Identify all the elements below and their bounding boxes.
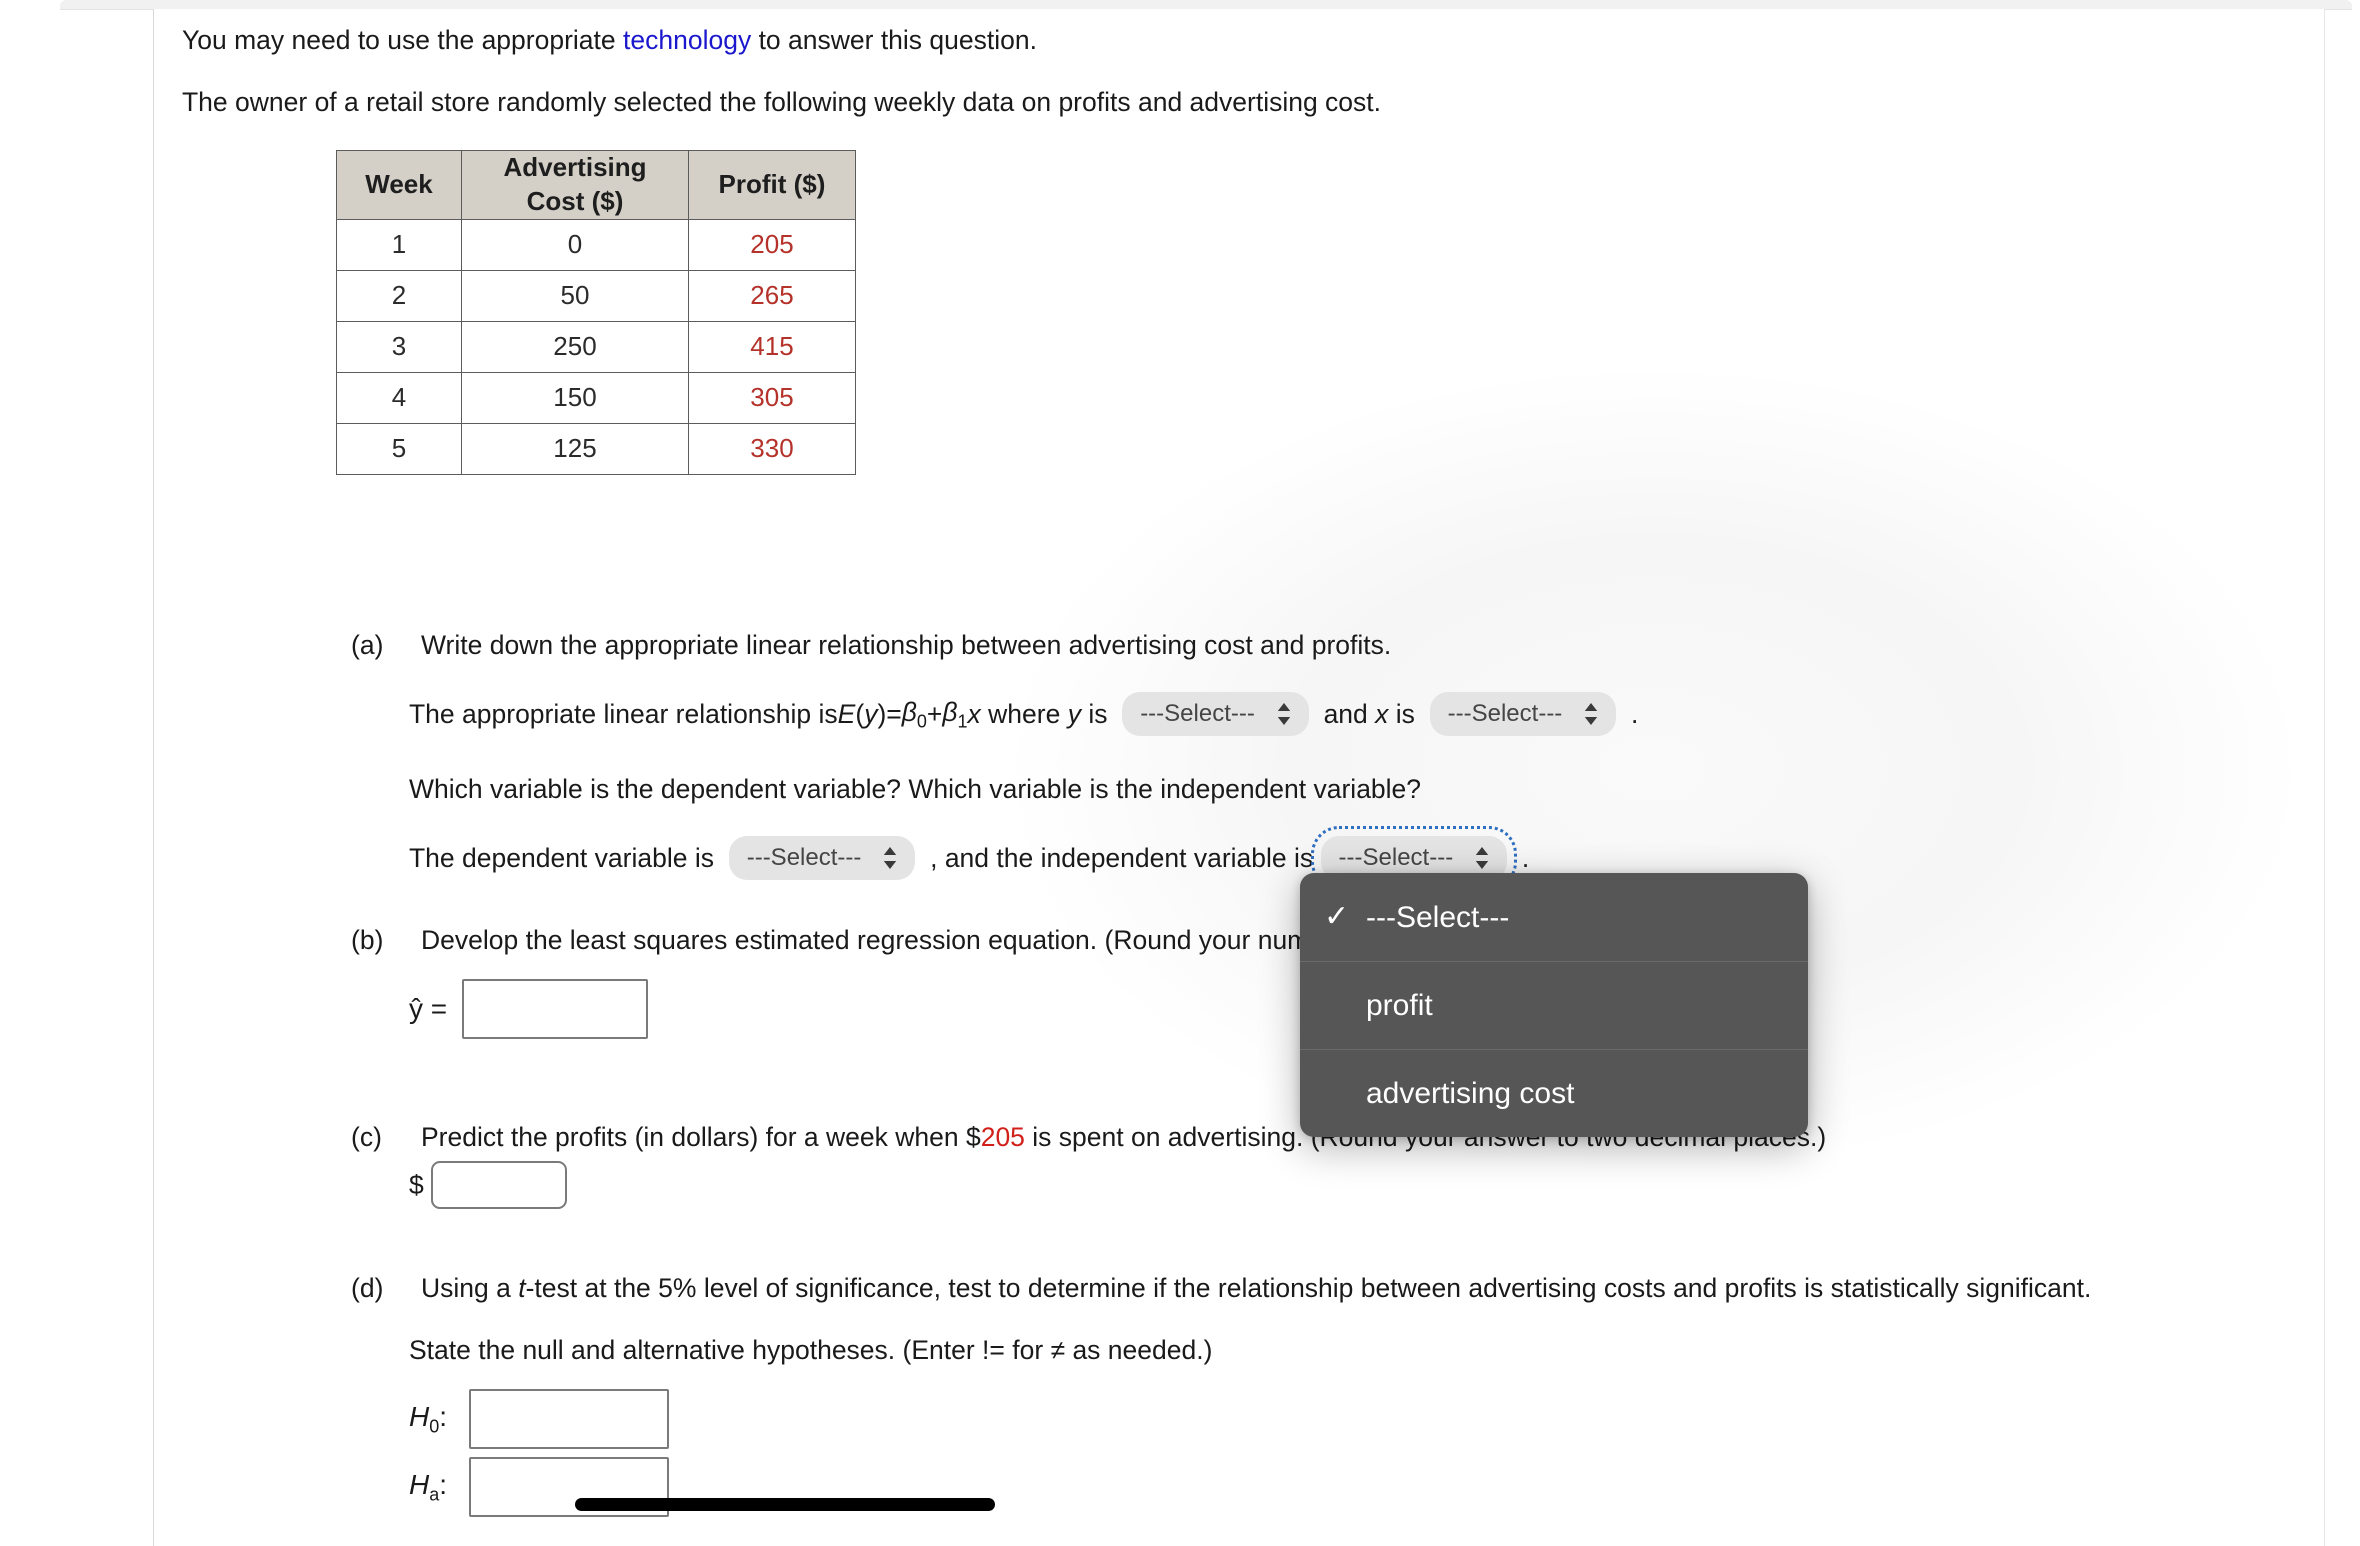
column-header-profit: Profit ($) (688, 150, 856, 220)
select-x-variable-value: ---Select--- (1447, 700, 1563, 728)
table-row: 1 0 205 (336, 218, 856, 271)
independent-variable-label: , and the independent variable is (930, 842, 1314, 873)
select-x-variable[interactable]: ---Select--- (1429, 692, 1617, 736)
null-hypothesis-row: H0: (409, 1389, 670, 1449)
eq-beta1: β1 (942, 696, 968, 731)
eq-equals: = (886, 698, 902, 729)
weekly-data-table: Week Advertising Cost ($) Profit ($) 1 0… (336, 150, 856, 475)
horizontal-scrollbar[interactable] (575, 1498, 995, 1511)
cell-week: 1 (336, 218, 462, 271)
select-independent-variable-value: ---Select--- (1338, 844, 1454, 872)
table-row: 2 50 265 (336, 269, 856, 322)
dropdown-option-label: advertising cost (1366, 1077, 1575, 1110)
cell-advertising-cost: 50 (461, 269, 689, 322)
part-c-prompt-pre: Predict the profits (in dollars) for a w… (421, 1122, 981, 1152)
cell-advertising-cost: 250 (461, 320, 689, 373)
independent-variable-dropdown-menu[interactable]: ✓ ---Select--- profit advertising cost (1300, 873, 1808, 1137)
dollar-sign-label: $ (409, 1169, 424, 1200)
part-a-prompt: Write down the appropriate linear relati… (421, 630, 1392, 660)
eq-E: E (837, 698, 856, 729)
cell-advertising-cost: 125 (461, 422, 689, 475)
table-row: 5 125 330 (336, 422, 856, 475)
part-d-label: (d) (351, 1273, 384, 1303)
eq-where-y: where y is (980, 698, 1123, 729)
h0-label: H0: (409, 1401, 448, 1437)
dropdown-option-profit[interactable]: profit (1300, 961, 1808, 1049)
dropdown-option-advertising-cost[interactable]: advertising cost (1300, 1049, 1808, 1137)
column-header-week: Week (336, 150, 462, 220)
table-header-row: Week Advertising Cost ($) Profit ($) (336, 150, 856, 220)
part-b-answer-row: ŷ = (409, 979, 648, 1039)
dropdown-option-label: ---Select--- (1366, 900, 1510, 934)
part-d-t-symbol: t (518, 1273, 526, 1303)
technology-link[interactable]: technology (623, 25, 751, 55)
cell-week: 2 (336, 269, 462, 322)
cell-profit: 330 (688, 422, 856, 475)
dependent-variable-label: The dependent variable is (409, 842, 714, 873)
part-c-amount: 205 (980, 1122, 1025, 1152)
part-b-label: (b) (351, 925, 384, 955)
yhat-label: ŷ = (409, 992, 448, 1024)
table-row: 3 250 415 (336, 320, 856, 373)
eq-beta0: β0 (901, 696, 927, 731)
cell-profit: 205 (688, 218, 856, 271)
state-hypotheses-instruction: State the null and alternative hypothese… (409, 1335, 1213, 1365)
problem-statement: The owner of a retail store randomly sel… (182, 87, 1382, 117)
regression-equation-input[interactable] (461, 979, 648, 1039)
part-d-prompt-pre: Using a (421, 1273, 519, 1303)
table-row: 4 150 305 (336, 371, 856, 424)
part-d-prompt: Using a t-test at the 5% level of signif… (421, 1271, 2091, 1305)
eq-and-x: and x is (1308, 698, 1430, 729)
cell-profit: 305 (688, 371, 856, 424)
linear-relationship-row: The appropriate linear relationship is E… (409, 692, 1638, 736)
technology-notice-post: to answer this question. (751, 25, 1037, 55)
eq-y-paren: (y) (855, 698, 887, 729)
cell-profit: 415 (688, 320, 856, 373)
select-dependent-variable[interactable]: ---Select--- (728, 836, 916, 880)
part-c-answer-row: $ (409, 1161, 568, 1209)
chevron-updown-icon (1582, 701, 1600, 727)
select-dependent-variable-value: ---Select--- (746, 844, 862, 872)
dropdown-option-label: profit (1366, 989, 1433, 1022)
null-hypothesis-input[interactable] (469, 1389, 670, 1449)
select-y-variable[interactable]: ---Select--- (1122, 692, 1309, 736)
cell-advertising-cost: 0 (461, 218, 689, 271)
independent-trailing-period: . (1507, 842, 1530, 873)
cell-week: 3 (336, 320, 462, 373)
cell-week: 4 (336, 371, 462, 424)
ha-label: Ha: (409, 1469, 448, 1505)
chevron-updown-icon (1275, 701, 1293, 727)
technology-notice: You may need to use the appropriate tech… (182, 23, 1037, 57)
select-y-variable-value: ---Select--- (1140, 700, 1255, 728)
dependent-independent-question: Which variable is the dependent variable… (409, 774, 1422, 804)
cell-profit: 265 (688, 269, 856, 322)
dropdown-option-select[interactable]: ✓ ---Select--- (1300, 873, 1808, 961)
part-c-label: (c) (351, 1122, 382, 1152)
chevron-updown-icon (881, 845, 899, 871)
eq-plus: + (926, 698, 943, 729)
cell-advertising-cost: 150 (461, 371, 689, 424)
chevron-updown-icon (1473, 845, 1491, 871)
question-page: You may need to use the appropriate tech… (153, 9, 2325, 1546)
column-header-advertising-cost: Advertising Cost ($) (461, 150, 689, 220)
predicted-profit-input[interactable] (431, 1161, 568, 1209)
eq-x: x (967, 698, 981, 729)
technology-notice-pre: You may need to use the appropriate (182, 25, 624, 55)
relationship-period: . (1631, 698, 1639, 729)
part-d-prompt-post: -test at the 5% level of significance, t… (525, 1273, 2092, 1303)
part-a-label: (a) (351, 630, 384, 660)
cell-week: 5 (336, 422, 462, 475)
checkmark-icon: ✓ (1324, 900, 1350, 933)
relationship-text-pre: The appropriate linear relationship is (409, 698, 838, 729)
